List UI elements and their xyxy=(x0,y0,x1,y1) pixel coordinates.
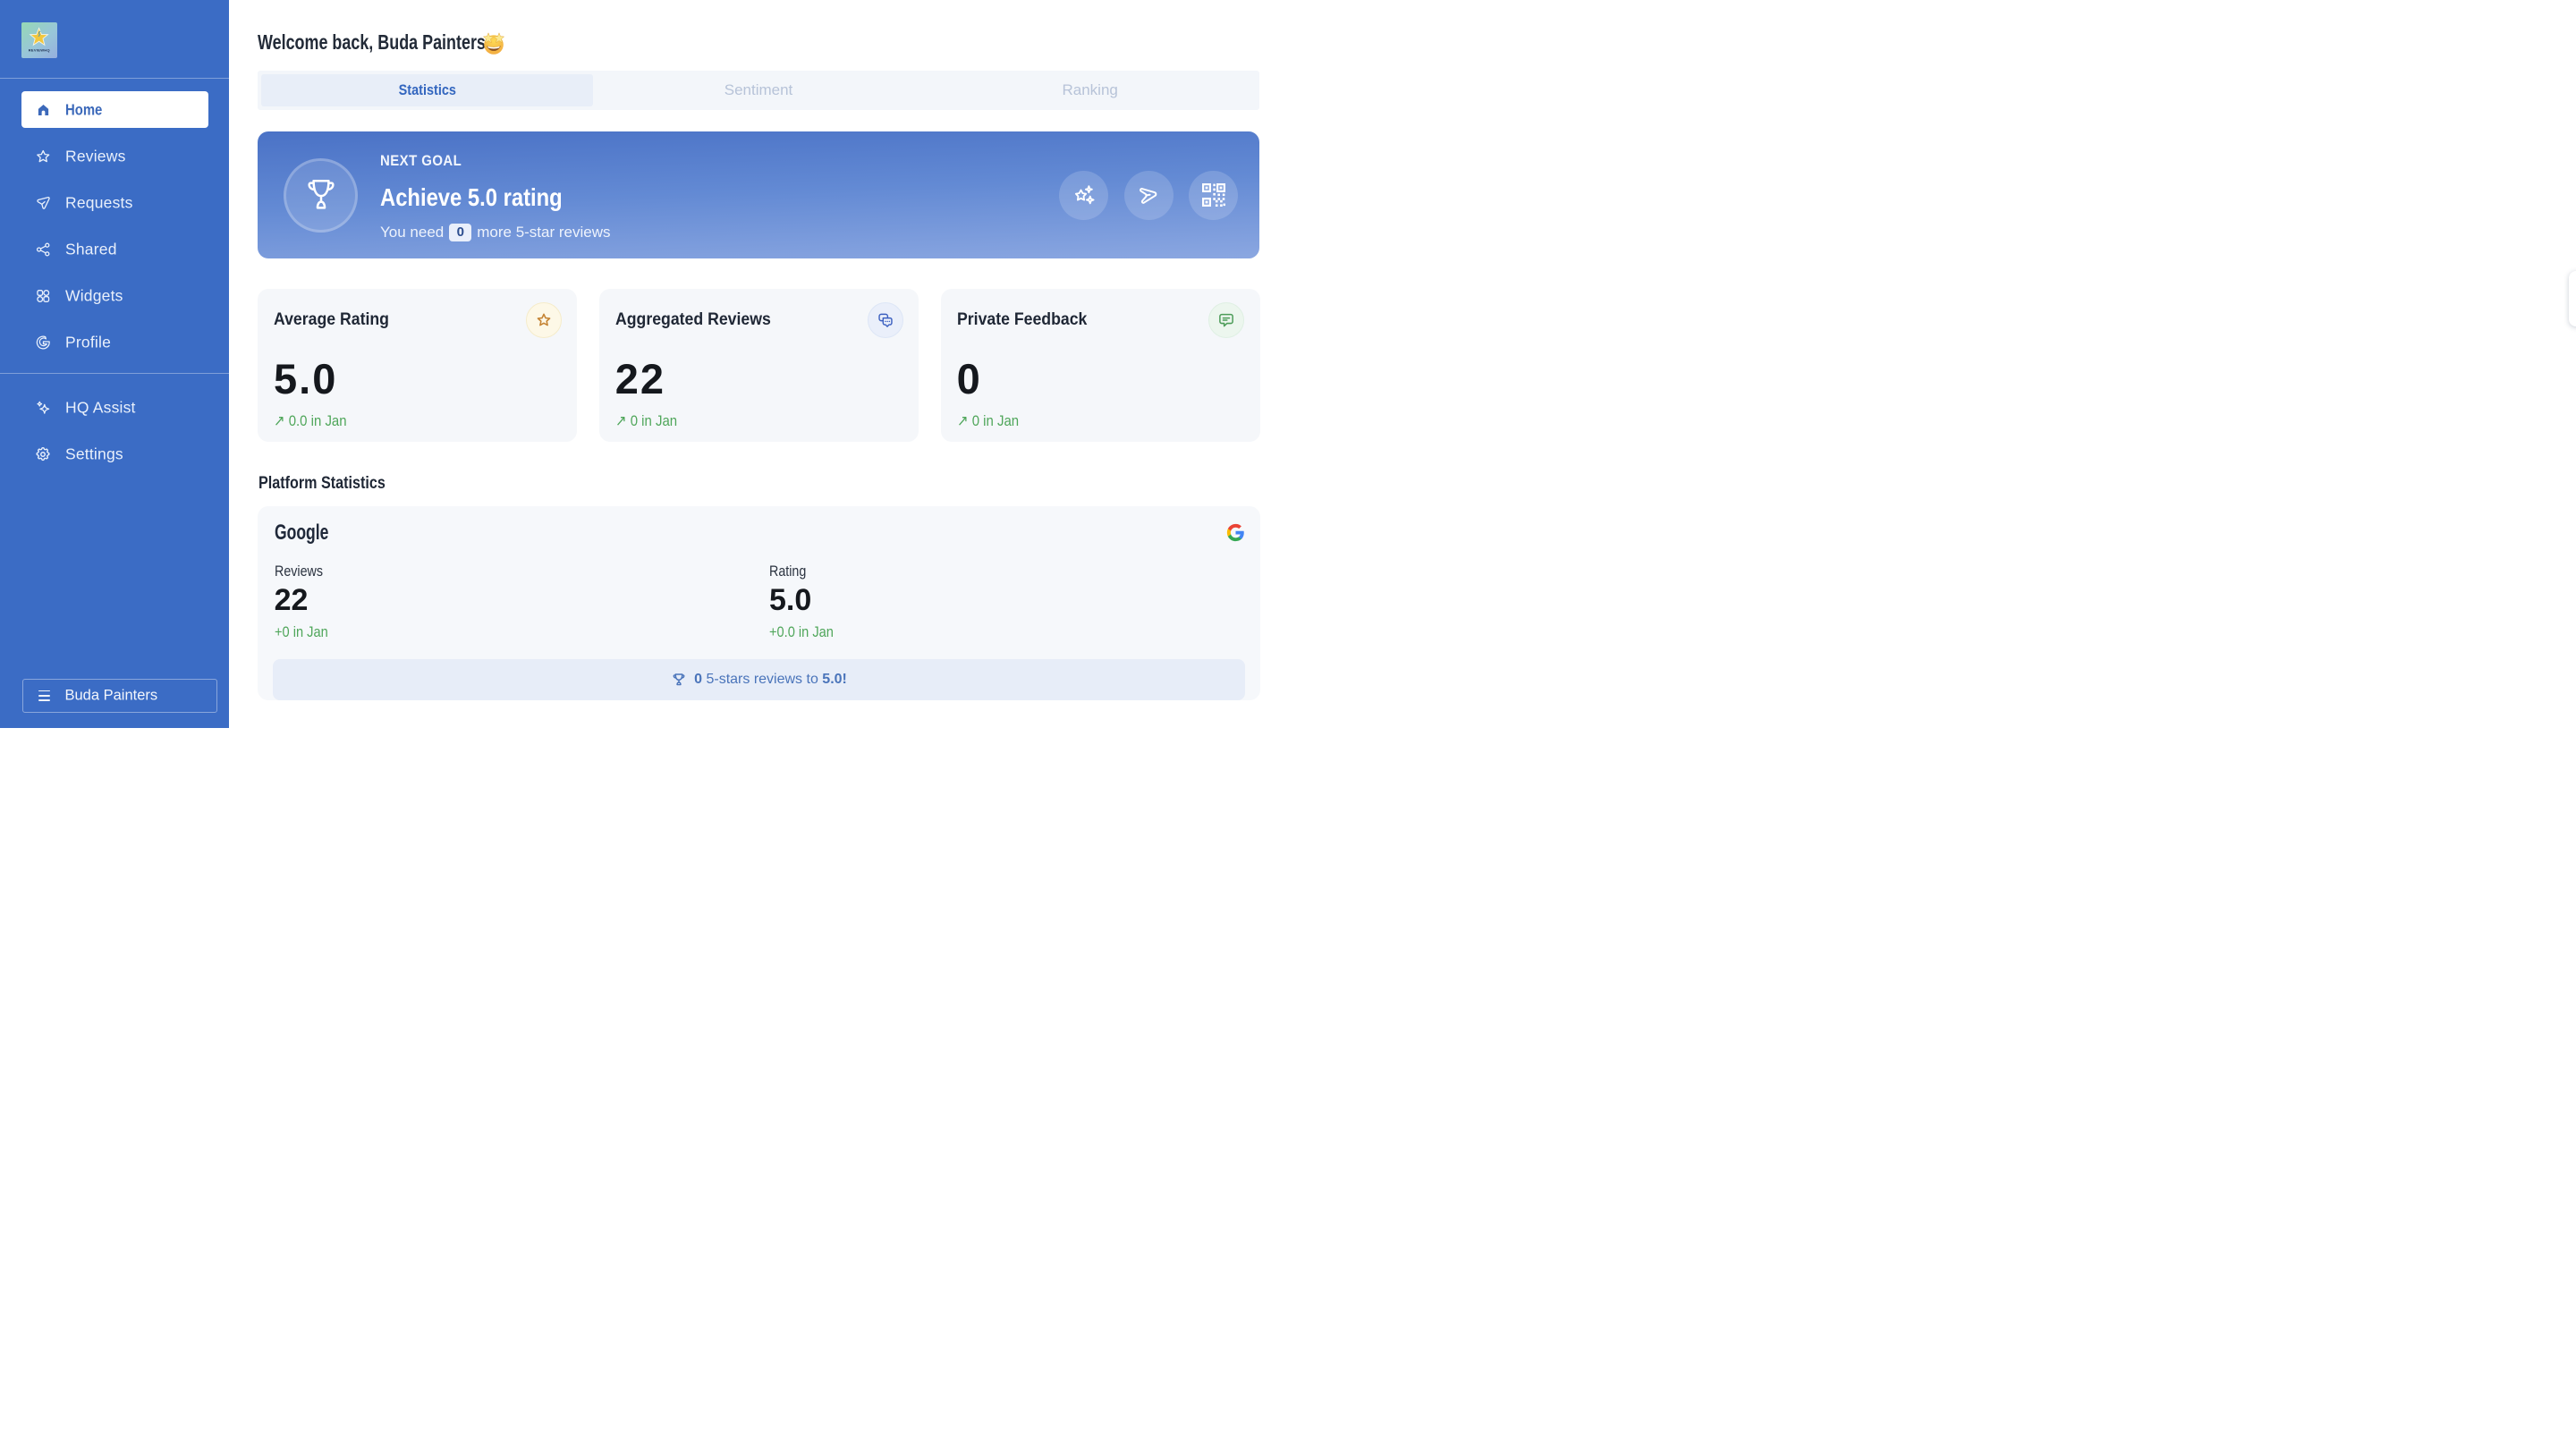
svg-text:REVIEWHQ: REVIEWHQ xyxy=(29,47,50,52)
